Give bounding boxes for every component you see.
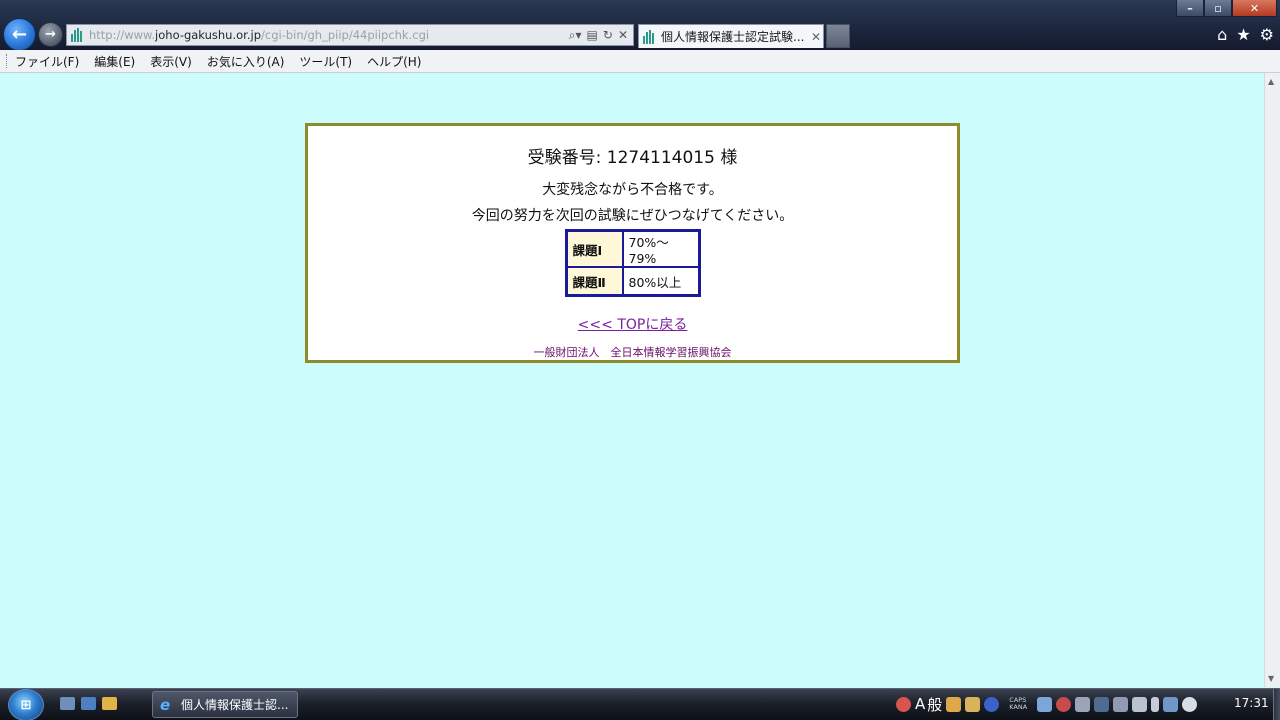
search-icon[interactable]: ⌕▾ [569,28,582,43]
page-viewport: 受験番号: 1274114015 様 大変残念ながら不合格です。 今回の努力を次… [0,73,1264,687]
subject-label: 課題Ⅰ [566,231,623,267]
display-tray-icon[interactable] [1094,696,1110,712]
device-tray-icon[interactable] [1075,696,1091,712]
back-arrow-icon: ← [11,24,28,45]
tab-title: 個人情報保護士認定試験... [661,30,805,44]
show-desktop-icon[interactable] [60,697,75,710]
start-button[interactable]: ⊞ [8,689,44,720]
home-icon[interactable]: ⌂ [1217,25,1227,44]
window-controls: – ▫ ✕ [1176,0,1277,18]
gear-icon[interactable]: ⚙ [1260,25,1274,44]
monitor-tray-icon[interactable] [1113,696,1129,712]
clock[interactable]: 17:31 [1234,696,1269,710]
maximize-button[interactable]: ▫ [1204,0,1232,17]
battery-icon[interactable] [1151,696,1160,712]
windows-logo-icon: ⊞ [20,697,32,713]
close-window-button[interactable]: ✕ [1232,0,1277,17]
menubar-grip [6,54,9,68]
ime-mode: A [915,695,926,713]
encouragement-message: 今回の努力を次回の試験にぜひつなげてください。 [471,208,794,224]
back-button[interactable]: ← [3,18,36,51]
site-favicon-icon [71,28,85,42]
subject-label: 課題Ⅱ [566,267,623,295]
table-row: 課題Ⅱ 80%以上 [566,267,699,295]
menu-favorites[interactable]: お気に入り(A) [207,53,285,70]
network-icon[interactable] [1163,696,1179,712]
ime-dictionary: 般 [927,695,943,714]
menu-bar: ファイル(F) 編集(E) 表示(V) お気に入り(A) ツール(T) ヘルプ(… [0,50,1280,73]
help-icon[interactable] [984,696,1000,712]
url-domain: joho-gakushu.or.jp [155,28,261,42]
menu-edit[interactable]: 編集(E) [94,53,135,70]
address-bar[interactable]: http://www.joho-gakushu.or.jp/cgi-bin/gh… [66,24,634,46]
close-tab-icon[interactable]: ✕ [809,30,823,44]
network-tray-icon[interactable] [1037,696,1053,712]
forward-arrow-icon: → [45,27,56,42]
menu-tools[interactable]: ツール(T) [299,53,352,70]
result-card: 受験番号: 1274114015 様 大変残念ながら不合格です。 今回の努力を次… [305,123,960,363]
ime-toolbar-icon[interactable] [896,696,911,712]
system-tray: A 般 CAPS KANA [896,692,1198,716]
security-tray-icon[interactable] [1056,696,1072,712]
forward-button[interactable]: → [38,22,63,47]
taskbar-window-label: 個人情報保護士認... [181,698,289,712]
menu-file[interactable]: ファイル(F) [15,53,79,70]
ime-indicator[interactable]: A 般 [915,694,942,715]
ime-tools-icon[interactable] [965,696,981,712]
tab-active[interactable]: 個人情報保護士認定試験... ✕ [638,24,824,48]
favorites-star-icon[interactable]: ★ [1236,25,1250,44]
show-desktop-button[interactable] [1273,689,1280,720]
caps-kana-indicator: CAPS KANA [1009,697,1027,711]
tab-favicon-icon [643,29,657,44]
url-path: /cgi-bin/gh_piip/44piipchk.cgi [261,28,430,42]
new-tab-button[interactable] [826,24,850,48]
ime-pad-icon[interactable] [946,696,962,712]
scroll-up-icon[interactable]: ▲ [1268,77,1274,86]
result-message: 大変残念ながら不合格です。 [542,182,723,198]
kana-label: KANA [1009,703,1028,711]
score-table: 課題Ⅰ 70%～79% 課題Ⅱ 80%以上 [564,229,701,297]
quick-launch [60,697,117,710]
mail-icon[interactable] [102,697,117,710]
url-text[interactable]: http://www.joho-gakushu.or.jp/cgi-bin/gh… [89,28,569,42]
score-value: 80%以上 [622,267,699,295]
compat-view-icon[interactable]: ▤ [587,28,598,43]
table-row: 課題Ⅰ 70%～79% [566,231,699,267]
exam-number: 受験番号: 1274114015 様 [527,148,738,168]
refresh-icon[interactable]: ↻ [603,28,613,43]
stop-icon[interactable]: ✕ [618,28,628,43]
scroll-down-icon[interactable]: ▼ [1268,674,1274,683]
back-to-top-link[interactable]: <<< TOPに戻る [578,314,688,334]
ie-icon: e [160,695,171,714]
volume-icon[interactable] [1182,696,1198,712]
minimize-button[interactable]: – [1176,0,1204,17]
storage-tray-icon[interactable] [1132,696,1148,712]
url-prefix: http://www. [89,28,156,42]
menu-view[interactable]: 表示(V) [150,53,192,70]
taskbar-ie-window[interactable]: e 個人情報保護士認... [152,691,298,718]
switch-windows-icon[interactable] [81,697,96,710]
menu-help[interactable]: ヘルプ(H) [367,53,421,70]
vertical-scrollbar[interactable]: ▲ ▼ [1264,73,1280,687]
organization-name: 一般財団法人 全日本情報学習振興協会 [533,346,732,359]
score-value: 70%～79% [622,231,699,267]
